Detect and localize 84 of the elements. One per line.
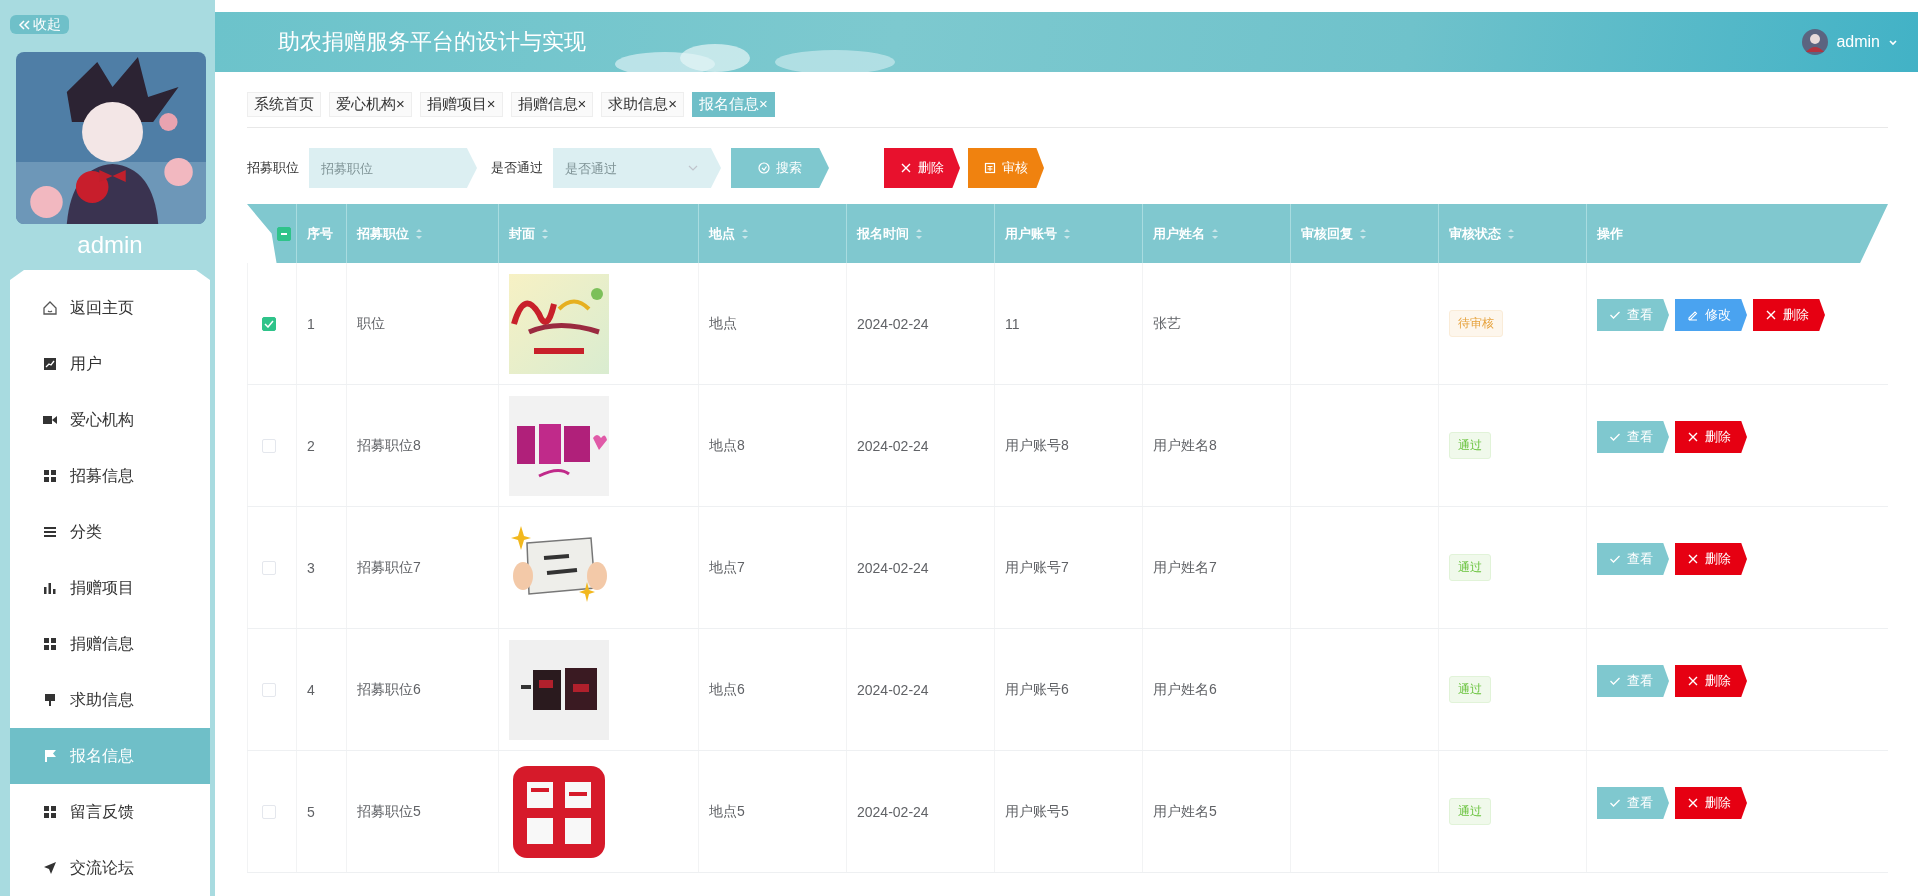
table-cell: 用户姓名6 [1153,680,1217,699]
menu-item[interactable]: 捐赠项目 [10,560,210,616]
menu-item[interactable]: 爱心机构 [10,392,210,448]
table-cell: 2024-02-24 [857,803,929,820]
column-header[interactable]: 地点 [709,224,749,243]
collapse-button[interactable]: 收起 [10,15,69,34]
table-cell: 招募职位7 [357,558,421,577]
table-cell: 地点8 [709,436,745,455]
table-cell: 地点5 [709,802,745,821]
column-header[interactable]: 招募职位 [357,224,423,243]
table-cell: 11 [1005,315,1020,332]
user-menu[interactable]: admin [1802,29,1898,55]
menu-item[interactable]: 捐赠信息 [10,616,210,672]
table-cell: 张艺 [1153,314,1181,333]
tab[interactable]: 捐赠项目× [419,92,503,117]
user-name: admin [76,230,144,260]
menu-item[interactable]: 报名信息 [10,728,210,784]
table-cell: 用户姓名5 [1153,802,1217,821]
menu-item[interactable]: 求助信息 [10,672,210,728]
column-header[interactable]: 用户姓名 [1153,224,1219,243]
row-number: 1 [307,315,315,332]
delete-button[interactable]: 删除 [1675,543,1747,575]
row-number: 4 [307,681,315,698]
status-tag: 通过 [1449,798,1491,825]
field-label: 是否通过 [491,159,543,177]
delete-button[interactable]: 删除 [1753,299,1825,331]
column-header[interactable]: 操作 [1597,224,1623,243]
row-number: 3 [307,559,315,576]
column-header[interactable]: 审核状态 [1449,224,1515,243]
search-button[interactable]: 搜索 [731,148,829,188]
table-cell: 招募职位5 [357,802,421,821]
column-header[interactable]: 审核回复 [1301,224,1367,243]
view-button[interactable]: 查看 [1597,299,1669,331]
table-cell: 用户账号5 [1005,802,1069,821]
review-button[interactable]: 审核 [968,148,1044,188]
menu-item[interactable]: 交流论坛 [10,840,210,896]
menu-item[interactable]: 招募信息 [10,448,210,504]
status-tag: 通过 [1449,676,1491,703]
table-cell: 用户账号7 [1005,558,1069,577]
delete-button[interactable]: 删除 [1675,787,1747,819]
table-cell: 招募职位8 [357,436,421,455]
row-number: 5 [307,803,315,820]
status-tag: 通过 [1449,432,1491,459]
column-header[interactable]: 序号 [307,224,333,243]
table-cell: 职位 [357,314,385,333]
menu-item[interactable]: 返回主页 [10,280,210,336]
table-cell: 用户账号6 [1005,680,1069,699]
view-button[interactable]: 查看 [1597,543,1669,575]
status-tag: 通过 [1449,554,1491,581]
field-label: 招募职位 [247,159,299,177]
menu-item[interactable]: 用户 [10,336,210,392]
app-title: 助农捐赠服务平台的设计与实现 [278,28,586,56]
table-cell: 地点 [709,314,737,333]
table-cell: 用户姓名7 [1153,558,1217,577]
tab[interactable]: 报名信息× [692,92,775,117]
table-cell: 用户账号8 [1005,436,1069,455]
delete-button[interactable]: 删除 [1675,665,1747,697]
column-header[interactable]: 用户账号 [1005,224,1071,243]
column-header[interactable]: 报名时间 [857,224,923,243]
menu-item[interactable]: 留言反馈 [10,784,210,840]
edit-button[interactable]: 修改 [1675,299,1747,331]
menu-item[interactable]: 分类 [10,504,210,560]
table-cell: 2024-02-24 [857,315,929,332]
table-cell: 2024-02-24 [857,559,929,576]
view-button[interactable]: 查看 [1597,787,1669,819]
view-button[interactable]: 查看 [1597,421,1669,453]
tab[interactable]: 捐赠信息× [510,92,594,117]
table-cell: 用户姓名8 [1153,436,1217,455]
delete-button[interactable]: 删除 [1675,421,1747,453]
table-cell: 2024-02-24 [857,681,929,698]
tab[interactable]: 爱心机构× [329,92,412,117]
column-header[interactable]: 封面 [509,224,549,243]
table-cell: 2024-02-24 [857,437,929,454]
tab[interactable]: 求助信息× [601,92,685,117]
delete-button[interactable]: 删除 [884,148,960,188]
view-button[interactable]: 查看 [1597,665,1669,697]
status-tag: 待审核 [1449,310,1503,337]
table-cell: 地点7 [709,558,745,577]
table-cell: 地点6 [709,680,745,699]
input-field[interactable]: 招募职位 [309,148,477,188]
tab[interactable]: 系统首页 [247,92,321,117]
table-cell: 招募职位6 [357,680,421,699]
select-field[interactable]: 是否通过 [553,148,721,188]
row-number: 2 [307,437,315,454]
